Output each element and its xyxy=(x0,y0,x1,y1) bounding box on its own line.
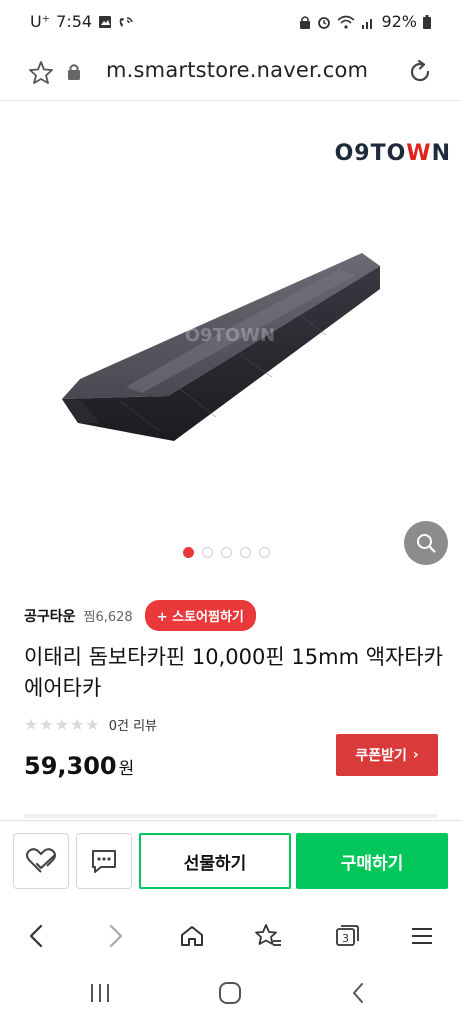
signal-icon xyxy=(362,18,373,29)
chevron-right-icon: › xyxy=(412,747,419,763)
bookmark-star-icon[interactable] xyxy=(28,60,54,85)
carousel-dot-1[interactable] xyxy=(183,547,194,558)
coupon-label: 쿠폰받기 xyxy=(355,748,407,764)
address-bar[interactable]: m.smartstore.naver.com xyxy=(0,44,461,101)
carousel-dot-3[interactable] xyxy=(221,547,232,558)
status-bar: U⁺ 7:54 92% xyxy=(0,0,461,44)
system-navigation-bar xyxy=(0,966,461,1024)
price-unit: 원 xyxy=(118,759,135,779)
clock: 7:54 xyxy=(56,12,93,31)
tabs-button[interactable]: 3 xyxy=(328,918,364,954)
home-button[interactable] xyxy=(174,918,210,954)
chevron-left-icon xyxy=(29,924,43,948)
wifi-icon xyxy=(337,15,355,29)
section-divider xyxy=(24,814,438,818)
chevron-right-icon xyxy=(109,924,123,948)
wishlist-button[interactable] xyxy=(13,833,69,889)
hamburger-menu-icon xyxy=(412,928,432,944)
forward-button[interactable] xyxy=(98,918,134,954)
buy-button[interactable]: 구매하기 xyxy=(296,833,448,889)
store-like-count: 찜6,628 xyxy=(83,610,133,625)
product-image-carousel[interactable]: O9TOWN O9TOWN xyxy=(0,101,461,581)
heart-check-icon xyxy=(26,848,57,873)
menu-button[interactable] xyxy=(404,918,440,954)
recent-apps-icon[interactable] xyxy=(88,982,112,1004)
chat-bubble-icon xyxy=(92,850,116,873)
star-list-icon xyxy=(255,924,281,946)
gift-button[interactable]: 선물하기 xyxy=(139,833,291,889)
browser-bottom-nav: 3 xyxy=(0,904,461,966)
carousel-dot-4[interactable] xyxy=(240,547,251,558)
search-icon xyxy=(417,534,436,553)
store-favorite-button[interactable]: + 스토어찜하기 xyxy=(144,600,256,631)
store-name[interactable]: 공구타운 xyxy=(24,606,76,626)
store-info-row: 공구타운 찜6,628 + 스토어찜하기 xyxy=(24,600,256,631)
home-icon xyxy=(181,926,203,946)
review-count[interactable]: 0건 리뷰 xyxy=(109,715,157,734)
bookmarks-button[interactable] xyxy=(250,918,286,954)
carousel-dot-5[interactable] xyxy=(259,547,270,558)
rating-stars: ★★★★★ xyxy=(24,715,101,734)
review-summary[interactable]: ★★★★★ 0건 리뷰 xyxy=(24,715,157,734)
product-price: 59,300 원 xyxy=(24,752,134,780)
back-system-icon[interactable] xyxy=(350,981,366,1005)
back-button[interactable] xyxy=(18,918,54,954)
talktalk-chat-button[interactable] xyxy=(76,833,132,889)
gallery-notification-icon xyxy=(99,15,112,28)
watermark-text: O9TOWN xyxy=(185,325,275,346)
carousel-dot-2[interactable] xyxy=(202,547,213,558)
home-system-icon[interactable] xyxy=(218,981,242,1005)
product-photo-staple-strip: O9TOWN xyxy=(62,253,380,441)
coupon-button[interactable]: 쿠폰받기 › xyxy=(336,734,438,776)
tabs-icon: 3 xyxy=(336,925,359,946)
battery-icon xyxy=(423,14,431,29)
lock-status-icon xyxy=(300,15,311,29)
reload-icon[interactable] xyxy=(406,58,434,86)
url-text[interactable]: m.smartstore.naver.com xyxy=(106,58,368,82)
battery-percent: 92% xyxy=(381,12,417,31)
carrier-label: U⁺ xyxy=(30,12,51,31)
tab-count: 3 xyxy=(342,932,349,945)
zoom-button[interactable] xyxy=(404,521,448,565)
product-title: 이태리 돔보타카핀 10,000핀 15mm 액자타카 에어타카 xyxy=(24,645,443,700)
carousel-indicator xyxy=(183,547,270,558)
purchase-action-bar: 선물하기 구매하기 xyxy=(0,820,461,905)
secure-lock-icon xyxy=(68,64,80,80)
wifi-call-icon xyxy=(119,16,133,27)
price-amount: 59,300 xyxy=(24,752,117,780)
alarm-icon xyxy=(318,16,331,29)
